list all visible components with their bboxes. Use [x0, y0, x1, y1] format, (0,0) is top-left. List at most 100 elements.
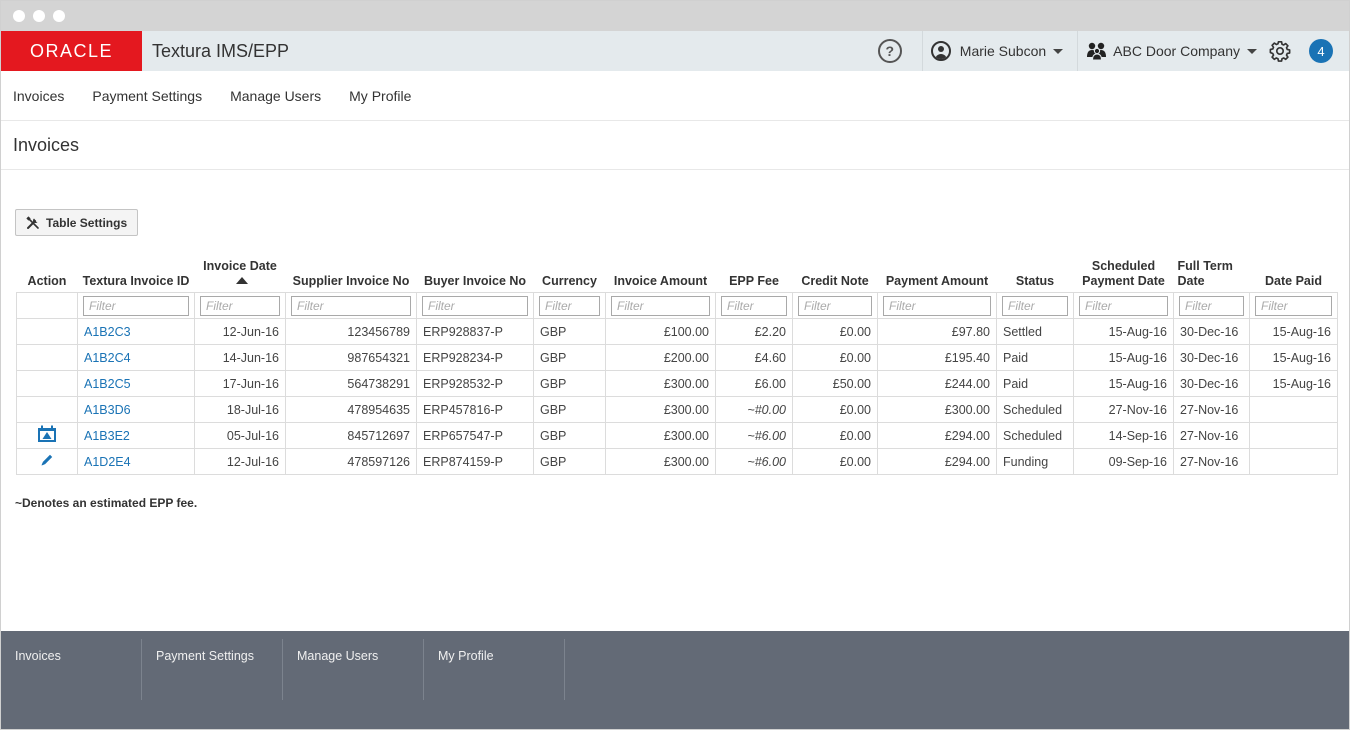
filter-input-invoice-amount[interactable] — [611, 295, 710, 316]
invoice-id-link[interactable]: A1B3D6 — [84, 403, 131, 417]
window-maximize-dot[interactable] — [53, 10, 65, 22]
cell-currency: GBP — [533, 422, 606, 449]
cell-payment-amount: £294.00 — [944, 428, 990, 443]
column-header-textura-invoice-id[interactable]: Textura Invoice ID — [78, 259, 195, 293]
cell-status: Scheduled — [996, 396, 1074, 423]
cell-buyer-invoice-no: ERP928837-P — [423, 324, 503, 339]
filter-input-textura-invoice-id[interactable] — [83, 295, 189, 316]
table-row[interactable]: A1B3E2 05-Jul-16 845712697 ERP657547-P GBP £3… — [16, 422, 1338, 449]
cell-full-term-date: 30-Dec-16 — [1173, 370, 1250, 397]
cell-currency: GBP — [533, 448, 606, 475]
column-header-status[interactable]: Status — [997, 259, 1074, 293]
cell-payment-amount: £195.40 — [877, 344, 997, 371]
filter-input-supplier-invoice-no[interactable] — [291, 295, 411, 316]
nav-manage-users[interactable]: Manage Users — [230, 88, 321, 104]
nav-payment-settings[interactable]: Payment Settings — [92, 88, 202, 104]
filter-cell — [1249, 292, 1338, 319]
calendar-alert-icon[interactable] — [37, 425, 57, 446]
column-header-full-term-date[interactable]: Full Term Date — [1174, 259, 1250, 293]
cell-supplier-invoice-no: 564738291 — [347, 376, 410, 391]
footer-nav-my-profile[interactable]: My Profile — [424, 639, 565, 700]
invoice-id-link[interactable]: A1B2C3 — [84, 325, 131, 339]
invoice-id-link[interactable]: A1B2C5 — [84, 377, 131, 391]
footer-nav-invoices[interactable]: Invoices — [1, 639, 142, 700]
nav-my-profile[interactable]: My Profile — [349, 88, 411, 104]
window-close-dot[interactable] — [13, 10, 25, 22]
filter-input-epp-fee[interactable] — [721, 295, 787, 316]
table-row[interactable]: A1D2E4 12-Jul-16 478597126 ERP874159-P GBP £3… — [16, 448, 1338, 475]
column-header-date-paid[interactable]: Date Paid — [1250, 259, 1338, 293]
cell-supplier-invoice-no: 478954635 — [347, 402, 410, 417]
user-avatar-icon — [930, 41, 951, 61]
table-row[interactable]: A1B3D6 18-Jul-16 478954635 ERP457816-P GBP £3… — [16, 396, 1338, 423]
user-menu[interactable]: Marie Subcon — [923, 41, 1077, 61]
cell-scheduled-payment-date: 15-Aug-16 — [1073, 318, 1174, 345]
page-title-bar: Invoices — [1, 121, 1349, 170]
cell-buyer-invoice-no: ERP457816-P — [423, 402, 503, 417]
cell-epp-fee: £4.60 — [754, 350, 786, 365]
pencil-icon[interactable] — [40, 454, 54, 470]
cell-supplier-invoice-no: 987654321 — [347, 350, 410, 365]
column-header-invoice-date[interactable]: Invoice Date — [195, 259, 286, 293]
cell-invoice-date: 12-Jun-16 — [222, 324, 279, 339]
filter-input-date-paid[interactable] — [1255, 295, 1332, 316]
cell-date-paid — [1249, 422, 1338, 449]
oracle-logo[interactable]: ORACLE — [1, 31, 142, 71]
cell-invoice-amount: £300.00 — [663, 454, 709, 469]
help-icon[interactable]: ? — [877, 39, 902, 63]
table-settings-button[interactable]: Table Settings — [15, 209, 139, 236]
cell-full-term-date: 27-Nov-16 — [1173, 396, 1250, 423]
footer-nav-payment-settings[interactable]: Payment Settings — [142, 639, 283, 700]
table-row[interactable]: A1B2C4 14-Jun-16 987654321 ERP928234-P GBP £2… — [16, 344, 1338, 371]
cell-invoice-id: A1D2E4 — [77, 448, 195, 475]
cell-status: Settled — [1003, 324, 1042, 339]
cell-credit-note: £0.00 — [839, 454, 871, 469]
cell-scheduled-payment-date: 15-Aug-16 — [1073, 344, 1174, 371]
cell-epp-fee: ~#6.00 — [747, 428, 786, 443]
column-header-supplier-invoice-no[interactable]: Supplier Invoice No — [286, 259, 417, 293]
column-header-currency[interactable]: Currency — [534, 259, 606, 293]
cell-status: Funding — [996, 448, 1074, 475]
filter-input-payment-amount[interactable] — [883, 295, 991, 316]
footer-nav-manage-users[interactable]: Manage Users — [283, 639, 424, 700]
window-minimize-dot[interactable] — [33, 10, 45, 22]
nav-invoices[interactable]: Invoices — [13, 88, 64, 104]
column-header-invoice-amount[interactable]: Invoice Amount — [606, 259, 716, 293]
company-group-icon — [1086, 42, 1108, 61]
cell-payment-amount: £244.00 — [877, 370, 997, 397]
cell-credit-note: £0.00 — [839, 402, 871, 417]
cell-invoice-date: 14-Jun-16 — [194, 344, 286, 371]
filter-cell-empty — [16, 292, 78, 319]
filter-input-status[interactable] — [1002, 295, 1068, 316]
cell-full-term-date: 30-Dec-16 — [1173, 318, 1250, 345]
column-header-credit-note[interactable]: Credit Note — [793, 259, 878, 293]
gear-icon[interactable] — [1269, 40, 1291, 62]
filter-input-currency[interactable] — [539, 295, 600, 316]
filter-input-scheduled-payment-date[interactable] — [1079, 295, 1168, 316]
sort-ascending-icon — [236, 277, 248, 284]
cell-buyer-invoice-no: ERP928234-P — [416, 344, 534, 371]
filter-input-invoice-date[interactable] — [200, 295, 280, 316]
invoice-id-link[interactable]: A1D2E4 — [84, 455, 131, 469]
cell-supplier-invoice-no: 123456789 — [347, 324, 410, 339]
filter-input-buyer-invoice-no[interactable] — [422, 295, 528, 316]
column-header-buyer-invoice-no[interactable]: Buyer Invoice No — [417, 259, 534, 293]
column-header-epp-fee[interactable]: EPP Fee — [716, 259, 793, 293]
column-header-scheduled-payment-date[interactable]: Scheduled Payment Date — [1074, 259, 1174, 293]
table-row[interactable]: A1B2C3 12-Jun-16 123456789 ERP928837-P GBP £1… — [16, 318, 1338, 345]
column-header-label: Invoice Date — [203, 259, 277, 273]
column-header-payment-amount[interactable]: Payment Amount — [878, 259, 997, 293]
cell-credit-note: £0.00 — [839, 324, 871, 339]
column-header-action: Action — [27, 274, 67, 288]
cell-invoice-amount: £300.00 — [605, 448, 716, 475]
company-menu[interactable]: ABC Door Company — [1078, 42, 1269, 61]
cell-date-paid: 15-Aug-16 — [1272, 324, 1331, 339]
invoice-id-link[interactable]: A1B2C4 — [84, 351, 131, 365]
notification-badge[interactable]: 4 — [1309, 39, 1333, 63]
invoice-id-link[interactable]: A1B3E2 — [84, 429, 130, 443]
table-row[interactable]: A1B2C5 17-Jun-16 564738291 ERP928532-P GBP £3… — [16, 370, 1338, 397]
filter-input-credit-note[interactable] — [798, 295, 872, 316]
filter-input-full-term-date[interactable] — [1179, 295, 1244, 316]
cell-invoice-date: 17-Jun-16 — [194, 370, 286, 397]
filter-cell — [877, 292, 997, 319]
